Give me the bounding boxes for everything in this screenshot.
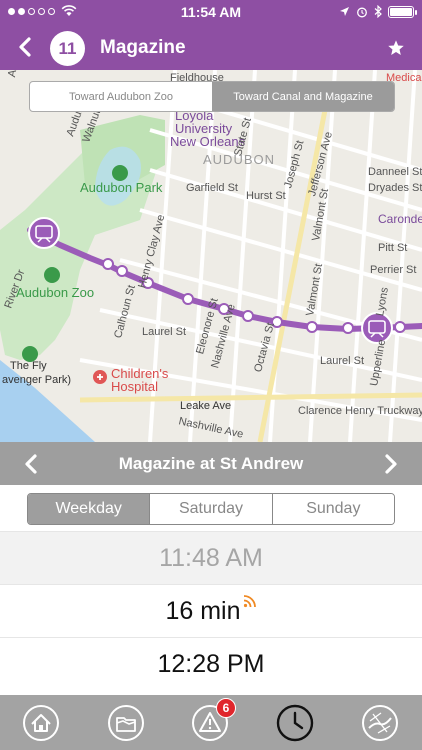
favorite-button[interactable] bbox=[382, 34, 410, 62]
departure-row-next: 12:28 PM bbox=[0, 637, 422, 690]
tab-sunday[interactable]: Sunday bbox=[271, 494, 394, 524]
map-label-the-fly: The Fly bbox=[10, 360, 47, 372]
nav-bar: 11 Magazine bbox=[0, 26, 422, 70]
departure-time-next: 12:28 PM bbox=[157, 649, 265, 678]
back-button[interactable] bbox=[10, 32, 40, 62]
chevron-right-icon bbox=[385, 454, 397, 474]
map-label-hurst-st: Hurst St bbox=[246, 190, 286, 202]
departure-time-past: 11:48 AM bbox=[159, 543, 263, 572]
route-number-badge: 11 bbox=[50, 31, 85, 66]
location-arrow-icon bbox=[340, 7, 349, 16]
stop-selector: Magazine at St Andrew bbox=[0, 442, 422, 485]
direction-toggle: Toward Audubon Zoo Toward Canal and Maga… bbox=[29, 81, 395, 112]
map-label-dryades-st: Dryades St bbox=[368, 182, 422, 194]
tab-saturday[interactable]: Saturday bbox=[149, 494, 272, 524]
day-selector: Weekday Saturday Sunday bbox=[27, 493, 395, 525]
map-label-perrier-st: Perrier St bbox=[370, 264, 417, 276]
direction-option-canal-magazine[interactable]: Toward Canal and Magazine bbox=[212, 82, 394, 111]
battery-icon bbox=[388, 5, 417, 18]
map-label-laurel-st-1: Laurel St bbox=[142, 326, 187, 338]
tab-route-map[interactable] bbox=[360, 703, 400, 743]
map-label-leake-ave: Leake Ave bbox=[180, 400, 232, 412]
clock-icon bbox=[276, 704, 314, 742]
departure-row-live: 16 min bbox=[0, 584, 422, 637]
tab-weekday[interactable]: Weekday bbox=[28, 494, 150, 524]
tab-home[interactable] bbox=[21, 703, 61, 743]
bottom-tab-bar: 6 bbox=[0, 695, 422, 750]
tab-schedule[interactable] bbox=[275, 703, 315, 743]
route-map-icon bbox=[362, 705, 398, 741]
app-screen: 11:54 AM 11 Magazine Fieldhouse Medica A… bbox=[0, 0, 422, 750]
live-tracking-icon bbox=[243, 595, 256, 608]
map-label-clarence-henry: Clarence Henry Truckway bbox=[298, 405, 422, 417]
map-label-audubon-district: AUDUBON bbox=[203, 152, 276, 167]
page-title: Magazine bbox=[100, 37, 186, 58]
chevron-left-icon bbox=[19, 37, 31, 57]
next-stop-button[interactable] bbox=[376, 450, 406, 478]
alarm-icon bbox=[357, 7, 367, 17]
home-icon bbox=[23, 705, 59, 741]
status-icons bbox=[339, 5, 417, 18]
map-label-audubon-zoo: Audubon Zoo bbox=[16, 285, 95, 300]
departure-live-minutes: 16 min bbox=[165, 596, 241, 625]
tab-alerts[interactable]: 6 bbox=[190, 698, 236, 743]
map-label-laurel-st-2: Laurel St bbox=[320, 355, 365, 367]
direction-option-audubon-zoo[interactable]: Toward Audubon Zoo bbox=[30, 82, 212, 111]
map-label-riverview: avenger Park) bbox=[2, 374, 72, 386]
map-folder-icon bbox=[108, 705, 144, 741]
stop-name: Magazine at St Andrew bbox=[118, 454, 304, 473]
map-label-childrens-hospital-2: Hospital bbox=[111, 379, 158, 394]
map-label-audubon-park: Audubon Park bbox=[80, 180, 163, 195]
map-label-garfield-st: Garfield St bbox=[186, 182, 238, 194]
departure-row-past: 11:48 AM bbox=[0, 531, 422, 584]
bluetooth-icon bbox=[374, 5, 382, 18]
tab-saved-maps[interactable] bbox=[106, 703, 146, 743]
status-bar: 11:54 AM bbox=[0, 0, 422, 26]
map-label-pitt-st: Pitt St bbox=[378, 242, 408, 254]
route-map[interactable]: Fieldhouse Medica Ave Audubon Walnut St … bbox=[0, 70, 422, 442]
map-label-carondelet: Caronde bbox=[378, 212, 422, 226]
star-icon bbox=[388, 40, 404, 55]
alerts-count-badge: 6 bbox=[216, 698, 236, 718]
map-label-danneel-st: Danneel St bbox=[368, 166, 422, 178]
